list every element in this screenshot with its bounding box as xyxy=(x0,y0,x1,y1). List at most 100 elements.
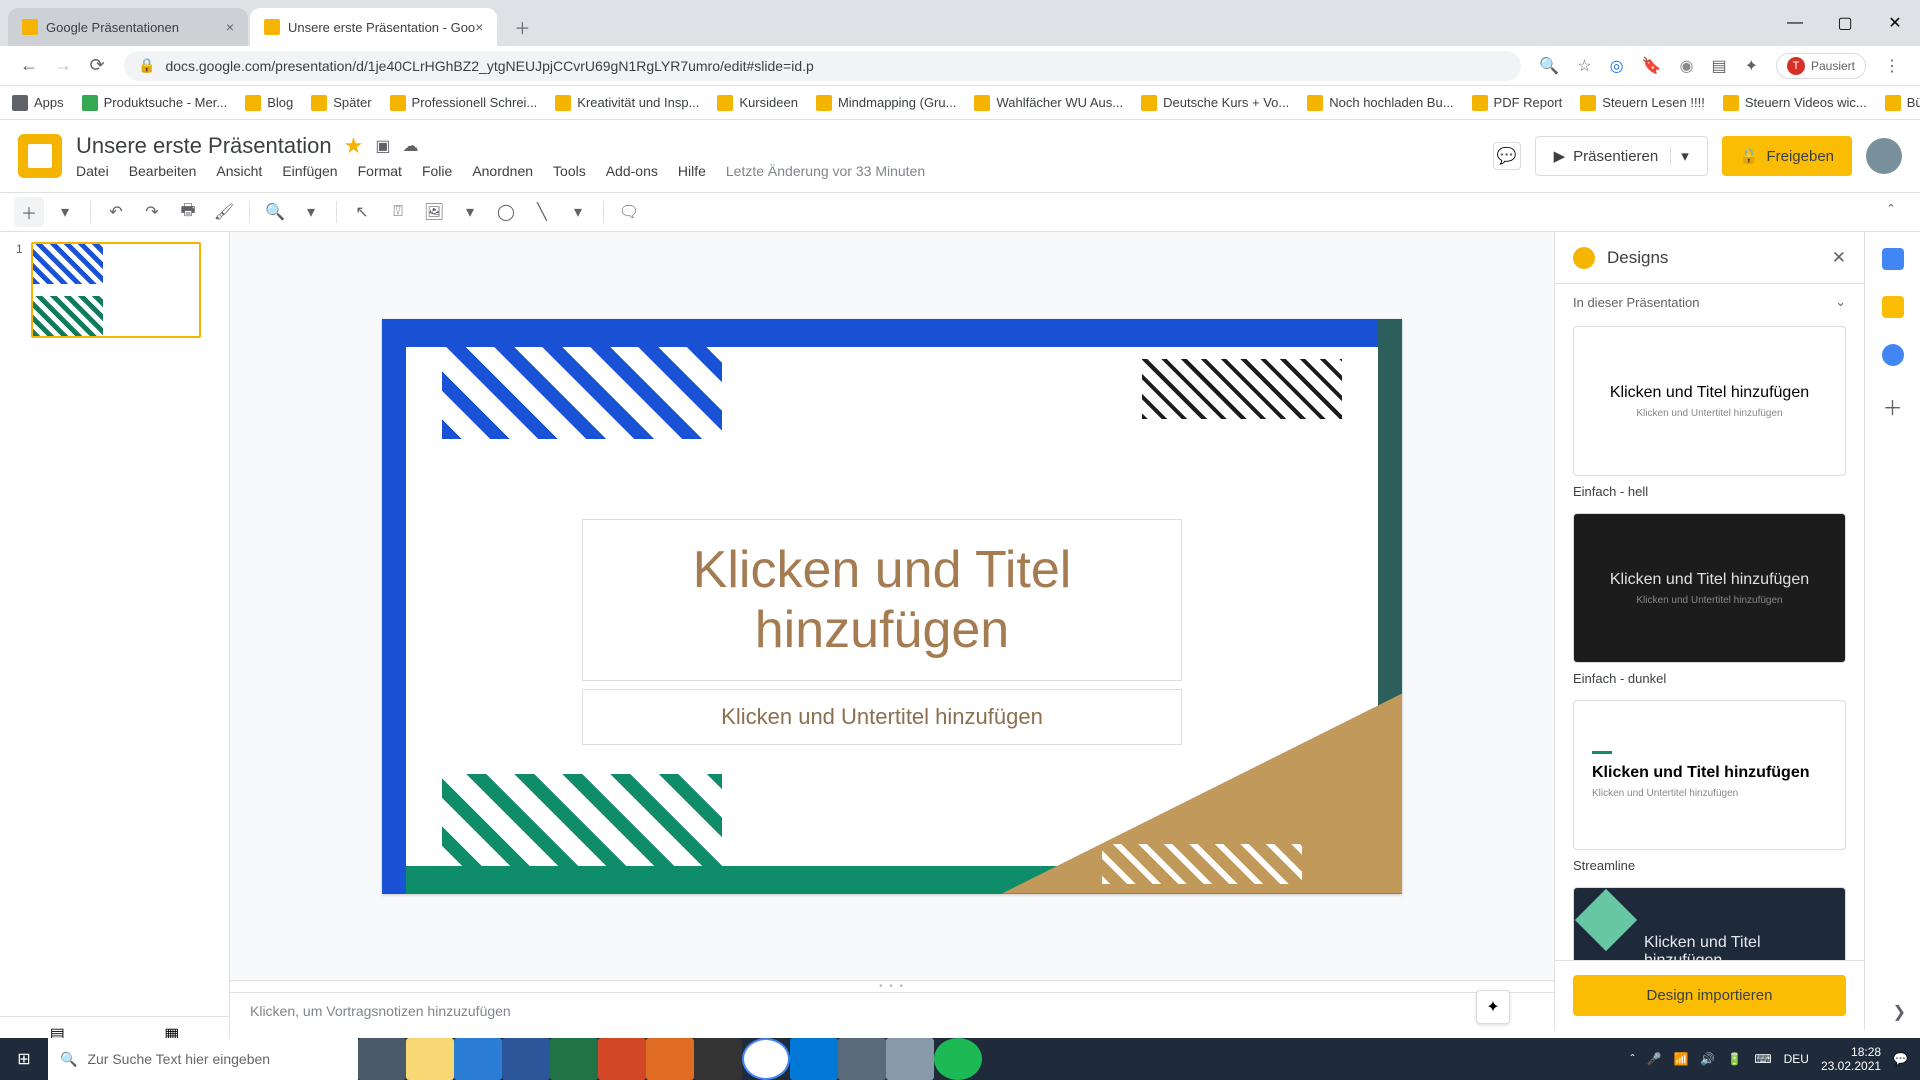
browser-tab[interactable]: Google Präsentationen × xyxy=(8,8,248,46)
comments-button[interactable]: 💬 xyxy=(1493,142,1521,170)
bookmark-item[interactable]: Kursideen xyxy=(717,95,798,111)
star-icon[interactable]: ★ xyxy=(344,133,364,159)
image-dropdown[interactable]: ▾ xyxy=(455,197,485,227)
browser-tab-active[interactable]: Unsere erste Präsentation - Goo × xyxy=(250,8,497,46)
move-icon[interactable]: ▣ xyxy=(375,136,390,156)
design-card-dark[interactable]: Klicken und Titel hinzufügen Klicken und… xyxy=(1573,513,1846,663)
select-tool[interactable]: ↖ xyxy=(347,197,377,227)
explore-button[interactable]: ✦ xyxy=(1476,990,1510,1024)
undo-button[interactable]: ↶ xyxy=(101,197,131,227)
star-icon[interactable]: ☆ xyxy=(1577,56,1591,76)
bookmark-item[interactable]: Später xyxy=(311,95,371,111)
url-input[interactable]: 🔒 docs.google.com/presentation/d/1je40CL… xyxy=(124,51,1521,81)
bookmark-item[interactable]: Deutsche Kurs + Vo... xyxy=(1141,95,1289,111)
taskbar-app[interactable] xyxy=(406,1038,454,1080)
taskbar-app[interactable] xyxy=(550,1038,598,1080)
apps-button[interactable]: Apps xyxy=(12,95,64,111)
bookmark-item[interactable]: PDF Report xyxy=(1472,95,1563,111)
zoom-dropdown[interactable]: ▾ xyxy=(296,197,326,227)
task-view-button[interactable] xyxy=(358,1038,406,1080)
reload-button[interactable]: ⟳ xyxy=(80,55,114,76)
import-design-button[interactable]: Design importieren xyxy=(1573,975,1846,1016)
keep-icon[interactable] xyxy=(1882,296,1904,318)
new-tab-button[interactable]: ＋ xyxy=(507,12,537,42)
bookmark-item[interactable]: Mindmapping (Gru... xyxy=(816,95,957,111)
slides-logo-icon[interactable] xyxy=(18,134,62,178)
bookmark-item[interactable]: Steuern Lesen !!!! xyxy=(1580,95,1705,111)
taskbar-app[interactable] xyxy=(790,1038,838,1080)
slide-canvas-area[interactable]: Klicken und Titel hinzufügen Klicken und… xyxy=(230,232,1554,980)
account-avatar[interactable] xyxy=(1866,138,1902,174)
tray-battery-icon[interactable]: 🔋 xyxy=(1727,1052,1742,1066)
collapse-toolbar-button[interactable]: ˆ xyxy=(1876,197,1906,227)
share-button[interactable]: 🔒 Freigeben xyxy=(1722,136,1852,176)
image-tool[interactable]: 🖼 xyxy=(419,197,449,227)
taskbar-search[interactable]: 🔍 Zur Suche Text hier eingeben xyxy=(48,1038,358,1080)
tray-wifi-icon[interactable]: 📶 xyxy=(1673,1052,1688,1066)
comment-tool[interactable]: 🗨 xyxy=(614,197,644,227)
zoom-icon[interactable]: 🔍 xyxy=(1539,56,1559,76)
kebab-menu-icon[interactable]: ⋮ xyxy=(1884,56,1900,76)
speaker-notes[interactable]: Klicken, um Vortragsnotizen hinzuzufügen xyxy=(230,992,1554,1030)
minimize-button[interactable]: ― xyxy=(1770,0,1820,46)
forward-button[interactable]: → xyxy=(46,55,80,76)
menu-addons[interactable]: Add-ons xyxy=(606,163,658,179)
menu-hilfe[interactable]: Hilfe xyxy=(678,163,706,179)
chevron-down-icon[interactable]: ▾ xyxy=(1670,147,1689,165)
menu-tools[interactable]: Tools xyxy=(553,163,586,179)
tray-mic-icon[interactable]: 🎤 xyxy=(1647,1052,1662,1066)
extensions-menu-icon[interactable]: ✦ xyxy=(1745,56,1758,76)
extension-icon[interactable]: 🔖 xyxy=(1642,56,1662,76)
menu-bearbeiten[interactable]: Bearbeiten xyxy=(129,163,197,179)
menu-anordnen[interactable]: Anordnen xyxy=(472,163,533,179)
taskbar-app[interactable] xyxy=(694,1038,742,1080)
show-side-panel-button[interactable]: ❯ xyxy=(1893,1002,1906,1022)
bookmark-item[interactable]: Blog xyxy=(245,95,293,111)
designs-section-header[interactable]: In dieser Präsentation ⌄ xyxy=(1555,284,1864,320)
bookmark-item[interactable]: Wahlfächer WU Aus... xyxy=(974,95,1123,111)
title-placeholder[interactable]: Klicken und Titel hinzufügen xyxy=(582,519,1182,681)
tasks-icon[interactable] xyxy=(1882,344,1904,366)
extension-icon[interactable]: ▤ xyxy=(1711,56,1726,76)
print-button[interactable]: 🖶 xyxy=(173,197,203,227)
taskbar-app[interactable] xyxy=(646,1038,694,1080)
extension-icon[interactable]: ◉ xyxy=(1679,56,1693,76)
menu-einfuegen[interactable]: Einfügen xyxy=(282,163,337,179)
last-edit-label[interactable]: Letzte Änderung vor 33 Minuten xyxy=(726,163,925,179)
back-button[interactable]: ← xyxy=(12,55,46,76)
bookmark-item[interactable]: Steuern Videos wic... xyxy=(1723,95,1867,111)
menu-ansicht[interactable]: Ansicht xyxy=(216,163,262,179)
menu-datei[interactable]: Datei xyxy=(76,163,109,179)
slide-thumbnail[interactable] xyxy=(31,242,201,338)
taskbar-app[interactable] xyxy=(502,1038,550,1080)
line-tool[interactable]: ╲ xyxy=(527,197,557,227)
new-slide-dropdown[interactable]: ▾ xyxy=(50,197,80,227)
start-button[interactable]: ⊞ xyxy=(0,1038,48,1080)
taskbar-app[interactable] xyxy=(934,1038,982,1080)
cloud-icon[interactable]: ☁ xyxy=(402,136,418,156)
shape-tool[interactable]: ◯ xyxy=(491,197,521,227)
design-card-focus[interactable]: Klicken und Titel hinzufügen xyxy=(1573,887,1846,960)
profile-badge[interactable]: T Pausiert xyxy=(1776,53,1866,79)
bookmark-item[interactable]: Kreativität und Insp... xyxy=(555,95,699,111)
taskbar-app[interactable] xyxy=(742,1038,790,1080)
close-panel-button[interactable]: ✕ xyxy=(1832,248,1846,268)
close-icon[interactable]: × xyxy=(475,19,483,35)
menu-folie[interactable]: Folie xyxy=(422,163,452,179)
bookmark-item[interactable]: Produktsuche - Mer... xyxy=(82,95,228,111)
tray-chevron-icon[interactable]: ˆ xyxy=(1631,1052,1635,1066)
present-button[interactable]: ▶ Präsentieren ▾ xyxy=(1535,136,1708,176)
design-card-light[interactable]: Klicken und Titel hinzufügen Klicken und… xyxy=(1573,326,1846,476)
close-window-button[interactable]: ✕ xyxy=(1870,0,1920,46)
tray-clock[interactable]: 18:28 23.02.2021 xyxy=(1821,1045,1881,1074)
taskbar-app[interactable] xyxy=(838,1038,886,1080)
textbox-tool[interactable]: ⍔ xyxy=(383,197,413,227)
close-icon[interactable]: × xyxy=(226,19,234,35)
notes-drag-handle[interactable]: • • • xyxy=(230,980,1554,992)
zoom-button[interactable]: 🔍 xyxy=(260,197,290,227)
menu-format[interactable]: Format xyxy=(358,163,402,179)
document-title[interactable]: Unsere erste Präsentation xyxy=(76,133,332,159)
tray-volume-icon[interactable]: 🔊 xyxy=(1700,1052,1715,1066)
paint-format-button[interactable]: 🖌 xyxy=(209,197,239,227)
tray-notifications-icon[interactable]: 💬 xyxy=(1893,1052,1908,1066)
